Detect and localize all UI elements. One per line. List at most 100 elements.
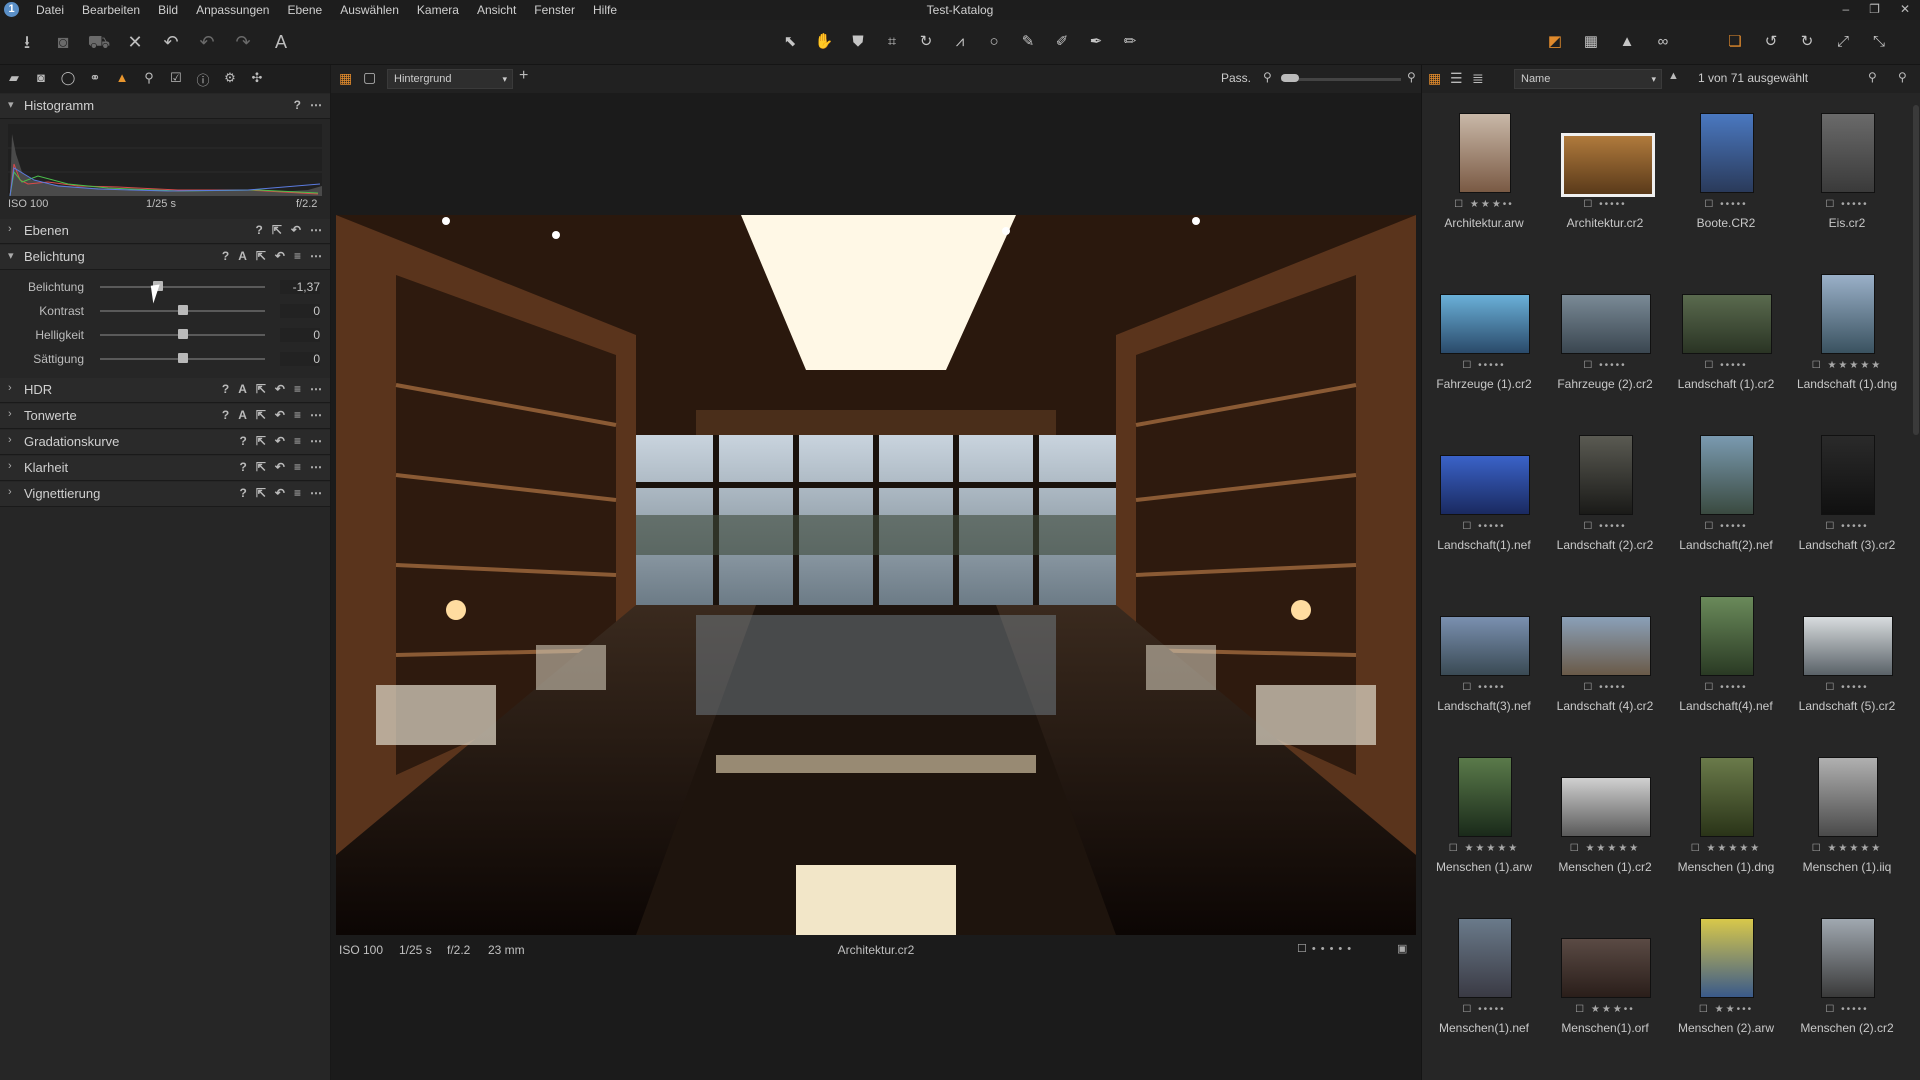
more-icon[interactable]: ⋯ [310,98,322,112]
thumbnail-rating[interactable]: ☐ ★★★★★ [1666,843,1786,854]
thumbnail-rating[interactable]: ☐ ••••• [1424,682,1544,693]
more-icon[interactable]: ⋯ [310,382,322,396]
more-icon[interactable]: ⋯ [310,408,322,422]
reset-icon[interactable]: ↶ [275,486,285,500]
stamp-tool-icon[interactable]: ⛊ [843,31,873,53]
multi-view-icon[interactable]: ▦ [339,70,352,87]
crop-tool-icon[interactable]: ⌗ [877,31,907,53]
thumbnail-image[interactable] [1459,113,1511,193]
output-icon[interactable]: ⚙ [220,70,240,88]
thumbnail-image[interactable] [1440,455,1530,515]
thumbnail-rating[interactable]: ☐ ••••• [1666,360,1786,371]
thumbnail-rating[interactable]: ☐ ••••• [1666,682,1786,693]
thumbnail-cell[interactable]: ☐ ★★★★★ Menschen (1).iiq [1787,743,1907,903]
list-icon[interactable]: ≡ [294,460,301,474]
thumbnail-rating[interactable]: ☐ ★★••• [1666,1004,1786,1015]
thumbnail-rating[interactable]: ☐ ••••• [1545,360,1665,371]
thumbnail-image[interactable] [1821,274,1875,354]
slider-kontrast[interactable]: Kontrast 0 [0,300,330,322]
thumbnail-image[interactable] [1700,918,1754,998]
help-icon[interactable]: ? [294,98,301,112]
reset-icon[interactable]: ↶ [275,408,285,422]
thumbnail-cell[interactable]: ☐ ••••• Menschen (2).cr2 [1787,904,1907,1064]
list-icon[interactable]: ≡ [294,486,301,500]
thumbnail-cell[interactable]: ☐ ★★★★★ Landschaft (1).dng [1787,260,1907,420]
slider-knob[interactable] [177,353,188,363]
thumbnail-rating[interactable]: ☐ ★★★★★ [1787,360,1907,371]
reset-icon[interactable]: ↶ [275,249,285,263]
thumbnail-rating[interactable]: ☐ ••••• [1424,521,1544,532]
color-icon[interactable]: ⚭ [85,70,105,88]
thumbnail-cell[interactable]: ☐ ••••• Landschaft (1).cr2 [1666,260,1786,420]
delete-icon[interactable]: ✕ [122,30,148,54]
text-tool-icon[interactable]: A [268,30,294,54]
slider-track[interactable] [100,286,265,288]
thumbnail-rating[interactable]: ☐ ••••• [1424,360,1544,371]
help-icon[interactable]: ? [222,382,229,396]
process-icon[interactable]: ⛟ [86,30,112,54]
thumbnail-image[interactable] [1682,294,1772,354]
slider-helligkeit[interactable]: Helligkeit 0 [0,324,330,346]
list-icon[interactable]: ≡ [294,249,301,263]
thumbnail-cell[interactable]: ☐ ★★★★★ Menschen (1).arw [1424,743,1544,903]
thumbnail-image[interactable] [1579,435,1633,515]
more-icon[interactable]: ⋯ [310,486,322,500]
thumbnail-rating[interactable]: ☐ ••••• [1666,199,1786,210]
help-icon[interactable]: ? [256,223,263,237]
thumbnail-image[interactable] [1440,616,1530,676]
sort-select[interactable]: Name ▾ [1514,69,1662,89]
thumbnail-cell[interactable]: ☐ ••••• Fahrzeuge (2).cr2 [1545,260,1665,420]
thumbnail-image[interactable] [1700,113,1754,193]
thumbnail-rating[interactable]: ☐ ★★★★★ [1545,843,1665,854]
section-ebenen[interactable]: › Ebenen ? ⇱ ↶ ⋯ [0,219,330,244]
thumbnail-image[interactable] [1561,616,1651,676]
thumbnail-rating[interactable]: ☐ ••••• [1424,1004,1544,1015]
thumbnail-image[interactable] [1821,918,1875,998]
more-icon[interactable]: ⋯ [310,460,322,474]
help-icon[interactable]: ? [240,486,247,500]
spot-tool-icon[interactable]: ○ [979,31,1009,53]
zoom-in-icon[interactable]: ⚲ [1407,70,1416,84]
rotate-right-icon[interactable]: ↻ [1792,31,1822,53]
thumbnail-cell[interactable]: ☐ ••••• Landschaft (3).cr2 [1787,421,1907,581]
thumbnail-image[interactable] [1700,435,1754,515]
camera-icon[interactable]: ◙ [31,70,51,88]
thumbnail-cell[interactable]: ☐ ••••• Landschaft (2).cr2 [1545,421,1665,581]
copy-icon[interactable]: ⇱ [256,460,266,474]
thumbnail-cell[interactable]: ☐ ••••• Landschaft(4).nef [1666,582,1786,742]
gradient-tool-icon[interactable]: ✒ [1081,31,1111,53]
auto-icon[interactable]: A [238,408,247,422]
copy-icon[interactable]: ⇱ [256,382,266,396]
copy-icon[interactable]: ⇱ [256,249,266,263]
section-tonwerte[interactable]: › Tonwerte ? A ⇱ ↶ ≡ ⋯ [0,404,330,429]
brush-tool-icon[interactable]: ✐ [1047,31,1077,53]
thumbnail-rating[interactable]: ☐ ••••• [1787,682,1907,693]
reset-icon[interactable]: ↶ [275,382,285,396]
slider-knob[interactable] [177,329,188,339]
zoom-out-icon[interactable]: ⚲ [1263,70,1272,84]
slider-belichtung[interactable]: Belichtung -1,37 [0,276,330,298]
slider-value[interactable]: 0 [280,304,320,318]
section-vignettierung[interactable]: › Vignettierung ? ⇱ ↶ ≡ ⋯ [0,482,330,507]
main-photo[interactable] [336,215,1416,935]
library-icon[interactable]: ▰ [4,70,24,88]
thumbnail-rating[interactable]: ☐ ••••• [1666,521,1786,532]
thumbnail-rating[interactable]: ☐ ★★★★★ [1424,843,1544,854]
thumbnail-cell[interactable]: ☐ ••••• Landschaft (5).cr2 [1787,582,1907,742]
exposure-icon[interactable]: ▲ [112,70,132,88]
zoom-slider-knob[interactable] [1281,74,1299,82]
list-icon[interactable]: ≡ [294,434,301,448]
thumbnail-rating[interactable]: ☐ ••••• [1545,521,1665,532]
help-icon[interactable]: ? [240,434,247,448]
rotate-tool-icon[interactable]: ↻ [911,31,941,53]
expand-icon[interactable]: ⤢ [1828,31,1858,53]
capture-icon[interactable]: ◙ [50,30,76,54]
single-view-icon[interactable]: ▢ [363,69,376,86]
thumbnail-rating[interactable]: ☐ ★★★•• [1545,1004,1665,1015]
section-klarheit[interactable]: › Klarheit ? ⇱ ↶ ≡ ⋯ [0,456,330,481]
thumbnail-cell[interactable]: ☐ ★★★•• Architektur.arw [1424,99,1544,259]
section-histogram[interactable]: ▾ Histogramm ? ⋯ [0,94,330,119]
copy-icon[interactable]: ⇱ [256,434,266,448]
reset-icon[interactable]: ↶ [275,434,285,448]
slider-value[interactable]: -1,37 [280,280,320,294]
